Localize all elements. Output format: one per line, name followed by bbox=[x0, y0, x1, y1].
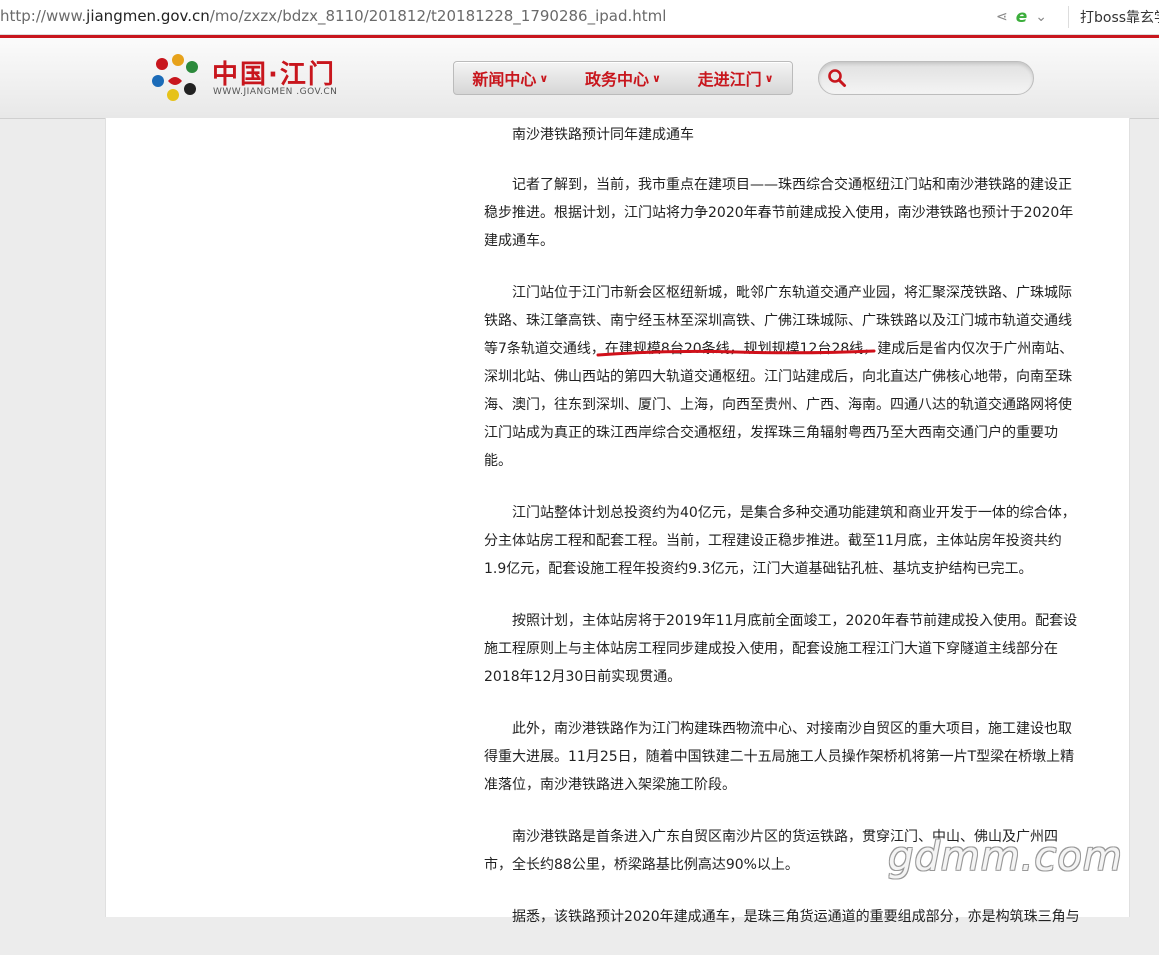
article-paragraph: 记者了解到，当前，我市重点在建项目——珠西综合交通枢纽江门站和南沙港铁路的建设正… bbox=[484, 177, 1074, 249]
search-box[interactable] bbox=[818, 61, 1034, 95]
site-logo-url: WWW.JIANGMEN .GOV.CN bbox=[213, 87, 338, 97]
share-icon[interactable]: ⋖ bbox=[996, 9, 1008, 25]
article-paragraph: 此外，南沙港铁路作为江门构建珠西物流中心、对接南沙自贸区的重大项目，施工建设也取… bbox=[484, 721, 1075, 793]
chevron-down-icon: ∨ bbox=[652, 71, 661, 85]
url-text[interactable]: http://www.jiangmen.gov.cn/mo/zxzx/bdzx_… bbox=[0, 7, 666, 25]
browser-tab-text[interactable]: 打boss靠玄学 bbox=[1080, 7, 1159, 27]
search-input[interactable] bbox=[855, 67, 1027, 91]
site-logo-text[interactable]: 中国·江门 bbox=[212, 54, 336, 91]
divider bbox=[1068, 6, 1069, 28]
nav-government-center[interactable]: 政务中心 ∨ bbox=[585, 66, 661, 90]
address-bar[interactable]: http://www.jiangmen.gov.cn/mo/zxzx/bdzx_… bbox=[0, 0, 1159, 35]
main-nav: 新闻中心 ∨ 政务中心 ∨ 走进江门 ∨ bbox=[453, 61, 793, 95]
search-icon[interactable] bbox=[827, 68, 847, 88]
red-underline-annotation bbox=[596, 349, 876, 357]
nav-label: 走进江门 bbox=[697, 70, 762, 89]
nav-label: 新闻中心 bbox=[472, 70, 537, 89]
watermark-text: gdmm.com bbox=[888, 834, 1123, 880]
site-header: 中国·江门 WWW.JIANGMEN .GOV.CN 新闻中心 ∨ 政务中心 ∨… bbox=[0, 38, 1159, 119]
chevron-down-icon[interactable]: ⌄ bbox=[1035, 9, 1047, 25]
ie-compat-icon[interactable]: e bbox=[1016, 7, 1028, 27]
chevron-down-icon: ∨ bbox=[764, 71, 774, 85]
article-paragraph: 江门站整体计划总投资约为40亿元，是集合多种交通功能建筑和商业开发于一体的综合体… bbox=[484, 505, 1076, 577]
chevron-down-icon: ∨ bbox=[539, 71, 549, 85]
nav-about-jiangmen[interactable]: 走进江门 ∨ bbox=[698, 66, 774, 90]
article-paragraph: 南沙港铁路预计同年建成通车 bbox=[512, 127, 694, 143]
nav-news-center[interactable]: 新闻中心 ∨ bbox=[472, 66, 548, 90]
article-body: 南沙港铁路预计同年建成通车 记者了解到，当前，我市重点在建项目——珠西综合交通枢… bbox=[484, 121, 1084, 955]
jiangmen-logo-icon[interactable] bbox=[148, 51, 202, 105]
article-paragraph: 按照计划，主体站房将于2019年11月底前全面竣工，2020年春节前建成投入使用… bbox=[484, 613, 1078, 685]
article-paragraph: 江门站位于江门市新会区枢纽新城，毗邻广东轨道交通产业园，将汇聚深茂铁路、广珠城际… bbox=[484, 285, 1074, 469]
nav-label: 政务中心 bbox=[585, 70, 650, 89]
article-paragraph: 据悉，该铁路预计2020年建成通车，是珠三角货运通道的重要组成部分，亦是构筑珠三… bbox=[512, 909, 1080, 925]
